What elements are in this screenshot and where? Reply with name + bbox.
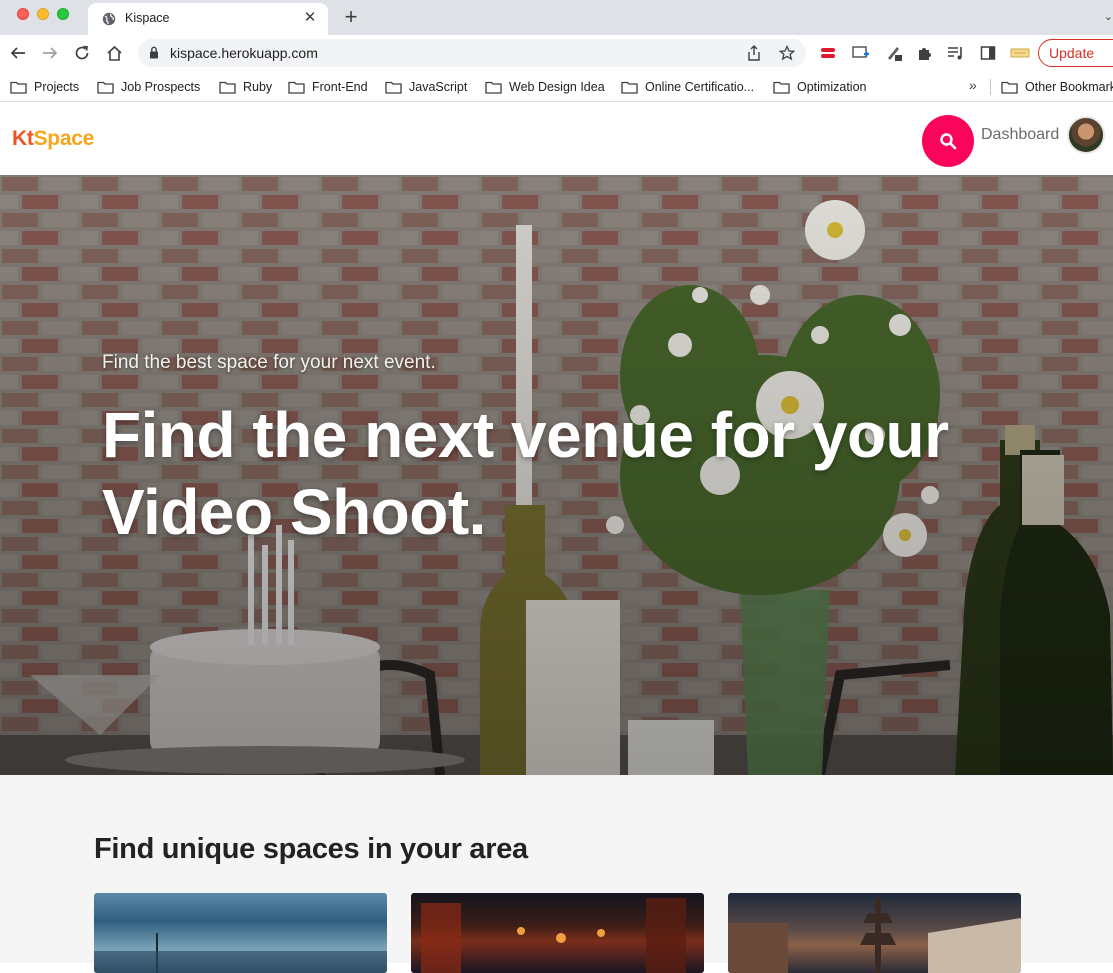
bookmark-star-icon[interactable] xyxy=(778,44,796,62)
home-button[interactable] xyxy=(103,42,125,64)
bookmark-label: Projects xyxy=(34,80,80,94)
back-button[interactable] xyxy=(7,42,29,64)
folder-icon xyxy=(219,81,236,94)
bookmark-label: Front-End xyxy=(312,80,368,94)
unique-spaces-section: Find unique spaces in your area xyxy=(0,775,1113,973)
extension-pen-icon[interactable] xyxy=(884,43,904,63)
browser-tabstrip: Kispace ✕ + ⌄ xyxy=(0,0,1113,35)
hero-title-line-2: Video Shoot. xyxy=(102,476,486,548)
bookmarks-divider xyxy=(990,79,991,95)
search-icon xyxy=(940,133,957,150)
folder-icon xyxy=(10,81,27,94)
globe-icon xyxy=(102,12,116,26)
window-zoom-button[interactable] xyxy=(57,8,69,20)
bookmark-label: Job Prospects xyxy=(121,80,201,94)
bookmark-online-certification[interactable]: Online Certificatio... xyxy=(621,78,754,96)
window-minimize-button[interactable] xyxy=(37,8,49,20)
bookmark-projects[interactable]: Projects xyxy=(10,78,79,96)
bookmark-front-end[interactable]: Front-End xyxy=(288,78,368,96)
space-card[interactable] xyxy=(94,893,387,973)
tab-search-chevron-icon[interactable]: ⌄ xyxy=(1104,10,1113,23)
bookmark-label: JavaScript xyxy=(409,80,468,94)
tab-close-icon[interactable]: ✕ xyxy=(301,9,319,27)
section-title: Find unique spaces in your area xyxy=(94,833,528,865)
address-bar[interactable]: kispace.herokuapp.com xyxy=(138,39,806,67)
reload-icon xyxy=(75,45,89,60)
space-card[interactable] xyxy=(728,893,1021,973)
extension-ticket-icon[interactable] xyxy=(1010,43,1030,63)
folder-icon xyxy=(1001,81,1018,94)
hero-title: Find the next venue for your Video Shoot… xyxy=(102,397,982,551)
space-card-image xyxy=(728,898,1021,973)
search-button[interactable] xyxy=(922,115,974,167)
bookmarks-bar: Projects Job Prospects Ruby Front-End Ja… xyxy=(0,72,1113,102)
browser-tab[interactable]: Kispace ✕ xyxy=(88,3,328,35)
reload-button[interactable] xyxy=(71,42,93,64)
extension-red-icon[interactable] xyxy=(818,43,838,63)
forward-button[interactable] xyxy=(39,42,61,64)
home-icon xyxy=(106,45,122,61)
back-arrow-icon xyxy=(10,47,25,59)
bookmark-web-design-idea[interactable]: Web Design Idea xyxy=(485,78,605,96)
logo-letter-t: t xyxy=(26,127,34,150)
site-header: KtSpace Dashboard xyxy=(0,103,1113,175)
share-icon[interactable] xyxy=(745,44,763,62)
bookmark-label: Web Design Idea xyxy=(509,80,605,94)
bookmark-other-bookmarks[interactable]: Other Bookmarks xyxy=(1001,78,1113,96)
bookmarks-overflow-icon[interactable]: » xyxy=(969,77,977,93)
hero-title-line-1: Find the next venue for your xyxy=(102,399,949,471)
extension-screen-icon[interactable] xyxy=(851,43,871,63)
logo-letter-k: K xyxy=(12,127,27,150)
window-close-button[interactable] xyxy=(17,8,29,20)
tab-title: Kispace xyxy=(125,11,170,25)
space-card-image xyxy=(421,898,686,973)
lock-icon xyxy=(150,46,158,59)
folder-icon xyxy=(773,81,790,94)
space-card-image xyxy=(94,933,387,973)
forward-arrow-icon xyxy=(43,47,58,59)
dashboard-link[interactable]: Dashboard xyxy=(981,126,1059,144)
folder-icon xyxy=(485,81,502,94)
bookmark-job-prospects[interactable]: Job Prospects xyxy=(97,78,200,96)
new-tab-button[interactable]: + xyxy=(340,6,362,28)
bookmark-label: Optimization xyxy=(797,80,867,94)
logo-text: Space xyxy=(33,127,95,150)
bookmark-label: Other Bookmarks xyxy=(1025,80,1113,94)
bookmark-label: Ruby xyxy=(243,80,273,94)
bookmark-optimization[interactable]: Optimization xyxy=(773,78,866,96)
hero-banner: Find the best space for your next event.… xyxy=(0,175,1113,775)
space-card[interactable] xyxy=(411,893,704,973)
folder-icon xyxy=(621,81,638,94)
side-panel-icon[interactable] xyxy=(978,43,998,63)
url-text: kispace.herokuapp.com xyxy=(170,45,318,61)
bookmark-label: Online Certificatio... xyxy=(645,80,755,94)
folder-icon xyxy=(97,81,114,94)
bookmark-javascript[interactable]: JavaScript xyxy=(385,78,467,96)
media-control-icon[interactable] xyxy=(946,43,966,63)
user-avatar[interactable] xyxy=(1067,116,1105,154)
hero-eyebrow: Find the best space for your next event. xyxy=(102,352,436,373)
extensions-puzzle-icon[interactable] xyxy=(914,43,934,63)
kispace-logo[interactable]: KtSpace xyxy=(12,127,94,151)
bookmark-ruby[interactable]: Ruby xyxy=(219,78,272,96)
folder-icon xyxy=(288,81,305,94)
folder-icon xyxy=(385,81,402,94)
browser-toolbar: kispace.herokuapp.com Update xyxy=(0,35,1113,72)
update-button[interactable]: Update xyxy=(1038,39,1113,67)
